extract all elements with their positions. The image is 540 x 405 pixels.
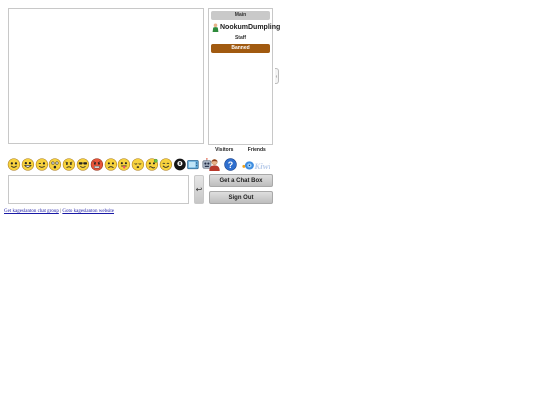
get-chat-box-button[interactable]: Get a Chat Box bbox=[209, 174, 273, 187]
help-icon[interactable]: ? bbox=[224, 157, 237, 171]
sleepy-emoticon[interactable] bbox=[131, 157, 145, 171]
tongue-emoticon[interactable] bbox=[117, 157, 131, 171]
happy-emoticon[interactable] bbox=[159, 157, 173, 171]
username: NookumDumpling bbox=[220, 23, 281, 31]
surprised-emoticon[interactable] bbox=[48, 157, 62, 171]
chat-log[interactable] bbox=[8, 8, 204, 144]
smile-emoticon[interactable] bbox=[7, 157, 21, 171]
sad-emoticon[interactable] bbox=[104, 157, 118, 171]
tab-visitors[interactable]: Visitors bbox=[215, 147, 233, 153]
section-banned: Banned bbox=[211, 44, 270, 53]
user-status-icon bbox=[212, 23, 219, 32]
kiwi-logo[interactable]: Kiwi bbox=[240, 158, 270, 171]
section-staff: Staff bbox=[234, 35, 247, 41]
svg-text:Kiwi: Kiwi bbox=[253, 161, 270, 171]
tab-friends[interactable]: Friends bbox=[248, 147, 266, 153]
get-chat-group-link[interactable]: Get kageslanton chat group bbox=[4, 209, 59, 214]
eight-ball-icon[interactable]: 8 bbox=[173, 158, 187, 171]
grin-emoticon[interactable] bbox=[21, 157, 35, 171]
emoticon-bar: 8 bbox=[7, 157, 212, 171]
section-main: Main bbox=[211, 11, 270, 20]
send-button[interactable]: ↩ bbox=[194, 175, 204, 204]
user-list-panel: Main NookumDumpling Staff Banned bbox=[208, 8, 280, 145]
sign-out-button[interactable]: Sign Out bbox=[209, 191, 273, 204]
svg-text:?: ? bbox=[228, 159, 233, 169]
confused-emoticon[interactable] bbox=[145, 157, 159, 171]
collapse-tab[interactable]: ‹ bbox=[275, 68, 279, 84]
user-tabs: Visitors Friends bbox=[208, 145, 273, 155]
tv-icon[interactable] bbox=[186, 158, 200, 171]
mad-emoticon[interactable] bbox=[90, 157, 104, 171]
user-list-item[interactable]: NookumDumpling bbox=[211, 21, 280, 33]
extra-icon-bar: ? Kiwi bbox=[208, 157, 273, 171]
footer-links: Get kageslanton chat group | Goto kagesl… bbox=[4, 209, 114, 214]
goto-website-link[interactable]: Goto kageslanton website bbox=[62, 209, 114, 214]
cool-emoticon[interactable] bbox=[76, 157, 90, 171]
wink-emoticon[interactable] bbox=[35, 157, 49, 171]
angry-emoticon[interactable] bbox=[62, 157, 76, 171]
message-input[interactable] bbox=[8, 175, 189, 204]
user-icon[interactable] bbox=[208, 158, 221, 171]
